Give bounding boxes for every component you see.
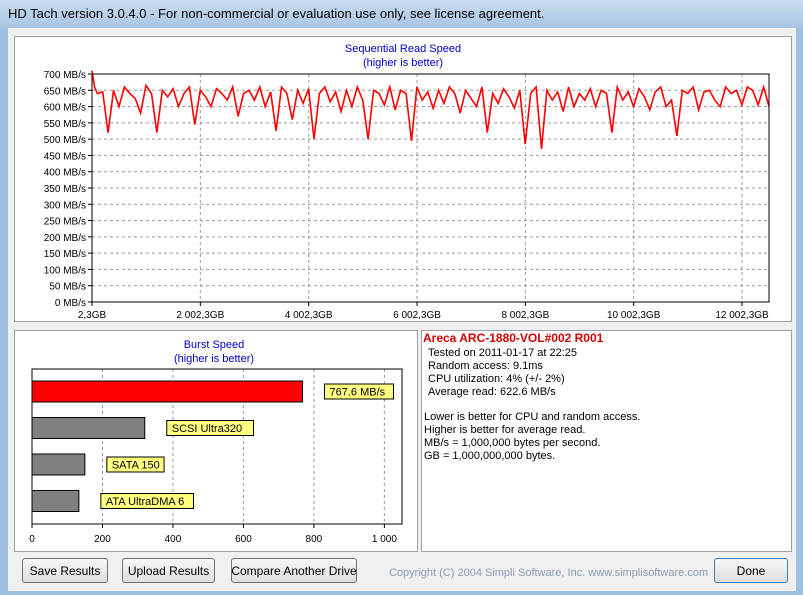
burst-bar	[31, 453, 86, 476]
window-title: HD Tach version 3.0.4.0 - For non-commer…	[8, 6, 545, 21]
burst-speed-panel: Burst Speed (higher is better) 767.6 MB/…	[14, 330, 418, 552]
seq-y-tick-label: 450 MB/s	[44, 151, 86, 162]
seq-y-tick-label: 150 MB/s	[44, 249, 86, 260]
note-lower-better: Lower is better for CPU and random acces…	[424, 411, 641, 423]
burst-x-tick-label: 400	[165, 534, 182, 545]
seq-y-tick-label: 300 MB/s	[44, 200, 86, 211]
burst-bar	[31, 417, 146, 439]
burst-x-tick-label: 200	[94, 534, 111, 545]
burst-speed-chart: Burst Speed (higher is better) 767.6 MB/…	[29, 339, 403, 545]
seq-chart-subtitle: (higher is better)	[363, 57, 443, 69]
note-higher-better: Higher is better for average read.	[424, 424, 586, 436]
seq-x-tick-label: 10 002,3GB	[607, 310, 661, 321]
seq-y-tick-label: 250 MB/s	[44, 217, 86, 228]
seq-x-tick-label: 2 002,3GB	[176, 310, 224, 321]
compare-another-drive-button[interactable]: Compare Another Drive	[231, 558, 357, 583]
burst-chart-subtitle: (higher is better)	[174, 353, 254, 365]
title-bar: HD Tach version 3.0.4.0 - For non-commer…	[0, 0, 803, 28]
seq-x-tick-label: 6 002,3GB	[393, 310, 441, 321]
burst-bar	[31, 490, 80, 512]
seq-x-tick-label: 12 002,3GB	[715, 310, 769, 321]
average-read: Average read: 622.6 MB/s	[428, 386, 556, 398]
note-mbs-definition: MB/s = 1,000,000 bytes per second.	[424, 437, 601, 449]
burst-value-label: SATA 150	[112, 460, 160, 472]
seq-y-tick-label: 100 MB/s	[44, 265, 86, 276]
burst-x-tick-label: 600	[235, 534, 252, 545]
seq-chart-title: Sequential Read Speed	[345, 43, 461, 55]
seq-x-tick-label: 8 002,3GB	[501, 310, 549, 321]
seq-grid	[92, 73, 769, 302]
seq-y-tick-label: 650 MB/s	[44, 86, 86, 97]
burst-x-tick-label: 1 000	[372, 534, 397, 545]
tested-on: Tested on 2011-01-17 at 22:25	[428, 347, 578, 359]
burst-x-tick-label: 0	[29, 534, 35, 545]
seq-read-line	[91, 70, 770, 149]
burst-value-label: SCSI Ultra320	[172, 423, 242, 435]
burst-x-tick-label: 800	[306, 534, 323, 545]
seq-x-tick-label: 2,3GB	[78, 310, 107, 321]
seq-y-tick-label: 400 MB/s	[44, 168, 86, 179]
burst-value-label: 767.6 MB/s	[329, 387, 385, 399]
save-results-button[interactable]: Save Results	[22, 558, 108, 583]
upload-results-button[interactable]: Upload Results	[122, 558, 215, 583]
burst-bar	[31, 380, 303, 403]
seq-x-tick-label: 4 002,3GB	[285, 310, 333, 321]
seq-y-tick-label: 0 MB/s	[55, 298, 86, 309]
sequential-read-chart: Sequential Read Speed (higher is better)…	[44, 43, 770, 321]
seq-y-tick-label: 350 MB/s	[44, 184, 86, 195]
copyright-text: Copyright (C) 2004 Simpli Software, Inc.…	[389, 567, 709, 579]
seq-y-tick-label: 200 MB/s	[44, 233, 86, 244]
done-button[interactable]: Done	[714, 558, 788, 583]
results-info-panel: Areca ARC-1880-VOL#002 R001 Tested on 20…	[421, 330, 792, 552]
drive-name: Areca ARC-1880-VOL#002 R001	[423, 331, 604, 345]
seq-y-axis: 700 MB/s 650 MB/s 600 MB/s 550 MB/s 500 MB/s…	[44, 70, 92, 309]
burst-x-axis: 0 200 400 600 800 1 000	[29, 524, 397, 545]
seq-y-tick-label: 550 MB/s	[44, 119, 86, 130]
cpu-utilization: CPU utilization: 4% (+/- 2%)	[428, 373, 565, 385]
seq-y-tick-label: 500 MB/s	[44, 135, 86, 146]
seq-y-tick-label: 700 MB/s	[44, 70, 86, 81]
burst-bars: 767.6 MB/s SCSI Ultra320 SATA 150 ATA Ultra…	[31, 380, 394, 512]
seq-y-tick-label: 600 MB/s	[44, 103, 86, 114]
random-access: Random access: 9.1ms	[428, 360, 543, 372]
burst-value-label: ATA UltraDMA 6	[106, 496, 184, 508]
seq-y-tick-label: 50 MB/s	[49, 282, 86, 293]
sequential-read-panel: Sequential Read Speed (higher is better)…	[14, 36, 792, 322]
burst-chart-title: Burst Speed	[184, 339, 245, 351]
note-gb-definition: GB = 1,000,000,000 bytes.	[424, 450, 556, 462]
seq-x-axis: 2,3GB 2 002,3GB 4 002,3GB 6 002,3GB 8 002,3G…	[78, 302, 769, 321]
